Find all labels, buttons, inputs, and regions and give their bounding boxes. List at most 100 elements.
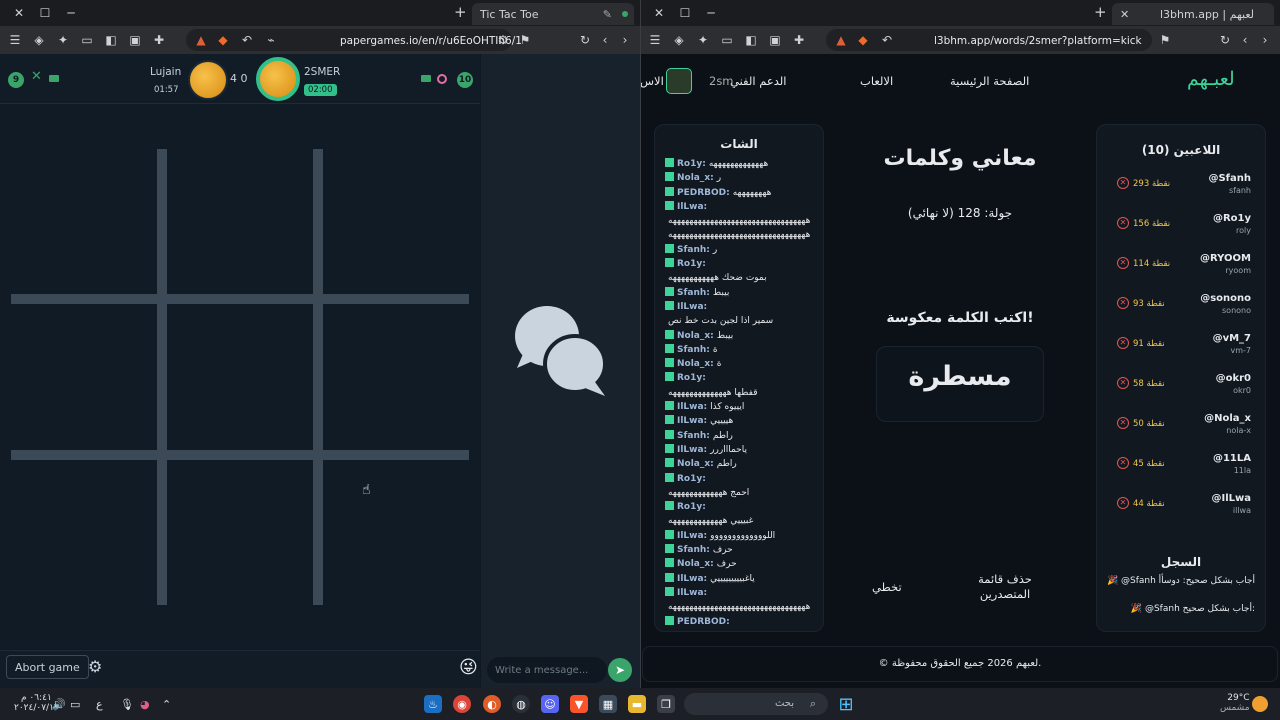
player-row: ✕ 114 نقطة @RYOOM ryoom xyxy=(1097,253,1265,293)
bookmark-icon[interactable]: ⚑ xyxy=(1156,31,1174,49)
shield-icon[interactable]: ◈ xyxy=(670,31,688,49)
puzzle-icon[interactable]: ✚ xyxy=(150,31,168,49)
forward-icon[interactable]: › xyxy=(616,31,634,49)
remove-player-icon[interactable]: ✕ xyxy=(1117,497,1129,509)
extension-icon[interactable]: ✦ xyxy=(694,31,712,49)
close-tab-icon[interactable]: ✕ xyxy=(1120,8,1129,21)
remove-player-icon[interactable]: ✕ xyxy=(1117,257,1129,269)
remove-player-icon[interactable]: ✕ xyxy=(1117,177,1129,189)
menu-icon[interactable]: ☰ xyxy=(646,31,664,49)
nav-home[interactable]: الصفحة الرئيسية xyxy=(950,74,1029,88)
mute-icon[interactable]: ✎ xyxy=(603,8,612,21)
screenshot-icon[interactable]: ▣ xyxy=(766,31,784,49)
chat-username: Sfanh: xyxy=(677,244,710,255)
nav-username[interactable]: 2sm xyxy=(709,74,734,88)
volume-icon[interactable]: 🔊 xyxy=(52,698,66,711)
player-points: 58 نقطة xyxy=(1133,379,1165,389)
player-row: ✕ 50 نقطة @Nola_x nola-x xyxy=(1097,413,1265,453)
back-icon[interactable]: ‹ xyxy=(596,31,614,49)
remove-player-icon[interactable]: ✕ xyxy=(1117,417,1129,429)
show-hidden-icons[interactable]: ⌃ xyxy=(162,698,171,711)
site-logo[interactable]: لعبـهم xyxy=(1187,68,1235,90)
taskbar-search[interactable]: ⌕ بحث xyxy=(684,693,828,715)
nav-support[interactable]: الدعم الفني xyxy=(730,74,786,88)
microphone-icon[interactable]: 🎙 xyxy=(120,698,134,711)
file-explorer-icon[interactable]: ▬ xyxy=(628,695,646,713)
site-settings-icon[interactable]: ⚙ xyxy=(494,31,512,49)
split-view-icon[interactable]: ◧ xyxy=(102,31,120,49)
store-icon[interactable]: ▦ xyxy=(599,695,617,713)
remove-player-icon[interactable]: ✕ xyxy=(1117,217,1129,229)
tab-tictactoe[interactable]: Tic Tac Toe ✎ xyxy=(472,3,634,25)
remove-player-icon[interactable]: ✕ xyxy=(1117,297,1129,309)
reader-icon[interactable]: ⌁ xyxy=(262,31,280,49)
close-window-icon[interactable]: ✕ xyxy=(6,6,32,20)
input-language[interactable]: ع xyxy=(96,698,103,711)
reload-icon[interactable]: ↻ xyxy=(576,31,594,49)
shield-icon[interactable]: ◈ xyxy=(30,31,48,49)
back-icon[interactable]: ‹ xyxy=(1236,31,1254,49)
network-icon[interactable]: ▭ xyxy=(70,698,80,711)
new-tab-icon[interactable]: + xyxy=(454,3,467,21)
remove-player-icon[interactable]: ✕ xyxy=(1117,457,1129,469)
reload-icon[interactable]: ↻ xyxy=(1216,31,1234,49)
player-points: 91 نقطة xyxy=(1133,339,1165,349)
minimize-window-icon[interactable]: ─ xyxy=(58,6,84,20)
windows-start-icon[interactable]: ⊞ xyxy=(837,694,855,715)
send-icon[interactable]: ➤ xyxy=(608,658,632,682)
message-input[interactable]: Write a message... xyxy=(487,657,607,683)
back-history-icon[interactable]: ↶ xyxy=(238,31,256,49)
task-view-icon[interactable]: ❐ xyxy=(657,695,675,713)
remove-player-icon[interactable]: ✕ xyxy=(1117,377,1129,389)
back-history-icon[interactable]: ↶ xyxy=(878,31,896,49)
maximize-window-icon[interactable]: ☐ xyxy=(32,6,58,20)
clear-leaderboard-button[interactable]: حذف قائمة المتصدرين xyxy=(962,572,1048,602)
chat-text: هههههههههههههههههههههههههههههههههه xyxy=(668,602,811,613)
chat-text: اللووووووووووووو xyxy=(710,530,776,541)
steam-icon[interactable]: ♨ xyxy=(424,695,442,713)
player1-score-badge: 9 xyxy=(8,72,24,88)
chat-message: Nola_x: راطم xyxy=(665,457,823,471)
discord-icon[interactable]: ☺ xyxy=(541,695,559,713)
kick-icon xyxy=(665,401,674,411)
menu-icon[interactable]: ☰ xyxy=(6,31,24,49)
abort-game-button[interactable]: Abort game xyxy=(6,655,89,679)
brave-rewards-icon[interactable]: ▲ xyxy=(832,31,850,49)
sidebar-icon[interactable]: ▭ xyxy=(78,31,96,49)
tictactoe-board[interactable]: ☝ xyxy=(0,104,480,649)
puzzle-icon[interactable]: ✚ xyxy=(790,31,808,49)
nav-games[interactable]: الالعاب xyxy=(860,74,893,88)
screenshot-icon[interactable]: ▣ xyxy=(126,31,144,49)
chat-message: Ro1y: هههههههههههههه xyxy=(665,157,823,171)
chat-username: PEDRBOD: xyxy=(677,616,730,627)
forward-icon[interactable]: › xyxy=(1256,31,1274,49)
skip-button[interactable]: تخطي xyxy=(872,580,902,595)
tab-l3bhm[interactable]: ✕ l3bhm.app | لعبهم xyxy=(1112,3,1274,25)
app-tray-icon[interactable]: ◕ xyxy=(140,698,150,711)
brave-shield-icon[interactable]: ◆ xyxy=(214,31,232,49)
chat-message: IlLwa: ياغبيييييييييي xyxy=(665,572,823,586)
settings-gear-icon[interactable]: ⚙ xyxy=(88,657,102,676)
weather-widget[interactable]: 29°C مشمس xyxy=(1220,693,1250,713)
close-window-icon[interactable]: ✕ xyxy=(646,6,672,20)
obs-icon[interactable]: ◍ xyxy=(512,695,530,713)
split-view-icon[interactable]: ◧ xyxy=(742,31,760,49)
emoji-icon[interactable]: 😜 xyxy=(459,657,478,678)
user-avatar[interactable] xyxy=(666,68,692,94)
remove-player-icon[interactable]: ✕ xyxy=(1117,337,1129,349)
brave-icon[interactable]: ▼ xyxy=(570,695,588,713)
player-name: @RYOOM xyxy=(1200,253,1251,264)
search-icon: ⌕ xyxy=(809,697,816,710)
player-id: roly xyxy=(1236,226,1251,235)
minimize-window-icon[interactable]: ─ xyxy=(698,6,724,20)
new-tab-icon[interactable]: + xyxy=(1094,3,1107,21)
bookmark-icon[interactable]: ⚑ xyxy=(516,31,534,49)
chrome-icon[interactable]: ◉ xyxy=(453,695,471,713)
nav-cut-link[interactable]: الاس xyxy=(640,74,664,88)
app-icon[interactable]: ◐ xyxy=(483,695,501,713)
brave-shield-icon[interactable]: ◆ xyxy=(854,31,872,49)
sidebar-icon[interactable]: ▭ xyxy=(718,31,736,49)
extension-icon[interactable]: ✦ xyxy=(54,31,72,49)
brave-rewards-icon[interactable]: ▲ xyxy=(192,31,210,49)
maximize-window-icon[interactable]: ☐ xyxy=(672,6,698,20)
